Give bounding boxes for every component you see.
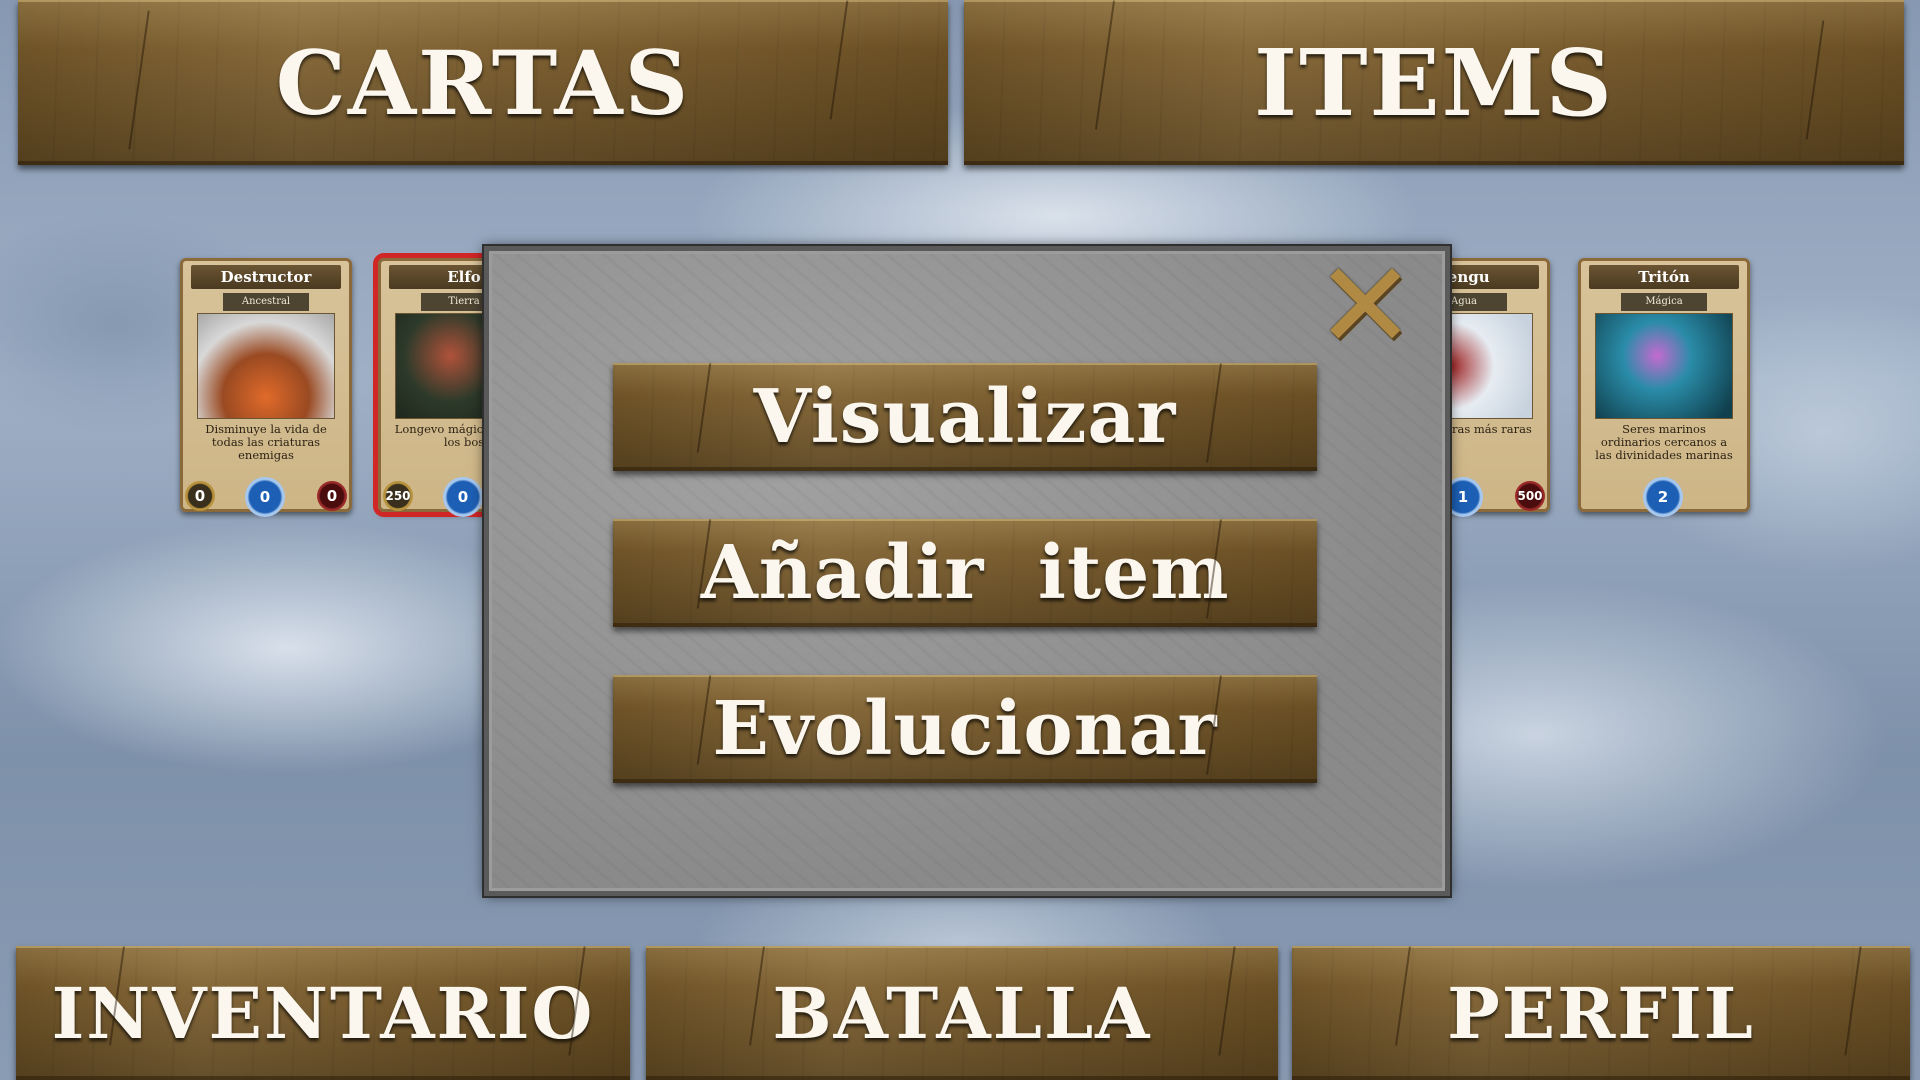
nav-batalla[interactable]: BATALLA [646, 946, 1278, 1080]
mana-icon: 0 [245, 477, 285, 517]
card-name: Destructor [191, 265, 341, 289]
tab-items[interactable]: ITEMS [964, 0, 1904, 165]
nav-inventario[interactable]: INVENTARIO [16, 946, 630, 1080]
nav-perfil[interactable]: PERFIL [1292, 946, 1910, 1080]
cost-icon: 250 [383, 481, 413, 511]
card-art [197, 313, 335, 419]
nav-perfil-label: PERFIL [1447, 971, 1755, 1055]
mana-icon: 2 [1643, 477, 1683, 517]
card-type: Mágica [1621, 293, 1707, 311]
card-options-modal: ✕ Visualizar Añadir item Evolucionar [482, 244, 1452, 898]
card-type: Ancestral [223, 293, 309, 311]
card-art [1595, 313, 1733, 419]
tab-cartas[interactable]: CARTAS [18, 0, 948, 165]
tab-items-label: ITEMS [1254, 28, 1614, 137]
card-destructor[interactable]: Destructor Ancestral Disminuye la vida d… [180, 258, 352, 517]
tab-cartas-label: CARTAS [275, 30, 691, 135]
mana-icon: 0 [443, 477, 483, 517]
add-item-button[interactable]: Añadir item [613, 519, 1317, 627]
nav-batalla-label: BATALLA [772, 971, 1152, 1055]
cost-icon: 0 [185, 481, 215, 511]
evolucionar-label: Evolucionar [712, 686, 1218, 772]
card-name: Tritón [1589, 265, 1739, 289]
visualizar-label: Visualizar [753, 374, 1177, 460]
evolucionar-button[interactable]: Evolucionar [613, 675, 1317, 783]
nav-inventario-label: INVENTARIO [51, 971, 595, 1055]
close-icon[interactable]: ✕ [1315, 247, 1416, 367]
card-triton[interactable]: Tritón Mágica Seres marinos ordinarios c… [1578, 258, 1750, 517]
add-item-label: Añadir item [700, 530, 1230, 616]
attack-icon: 500 [1515, 481, 1545, 511]
visualizar-button[interactable]: Visualizar [613, 363, 1317, 471]
card-description: Seres marinos ordinarios cercanos a las … [1595, 422, 1733, 462]
card-description: Disminuye la vida de todas las criaturas… [205, 422, 327, 462]
attack-icon: 0 [317, 481, 347, 511]
